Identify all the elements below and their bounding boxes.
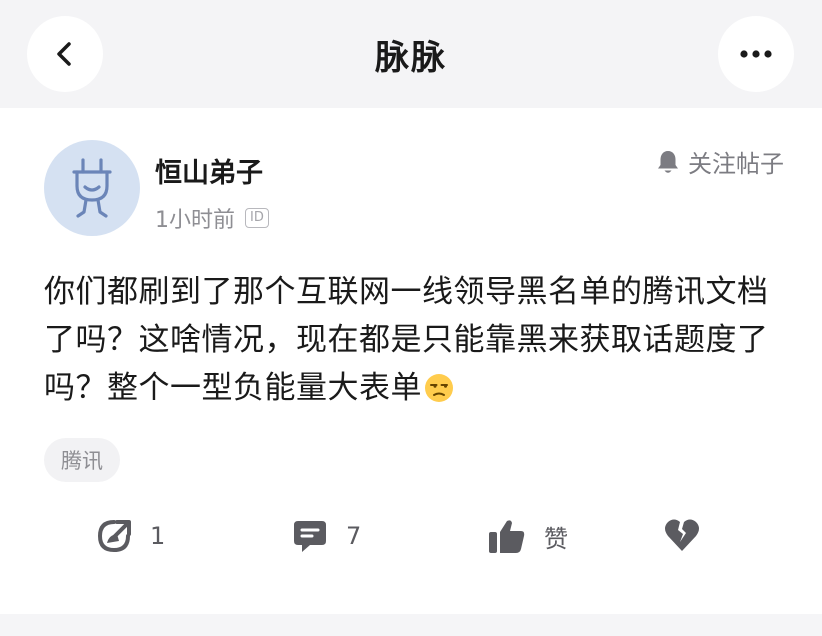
comment-count: 7 [346, 522, 362, 550]
dislike-button[interactable] [664, 518, 700, 552]
bell-icon [658, 150, 678, 173]
like-button[interactable]: 赞 [488, 518, 568, 554]
more-horizontal-icon [740, 50, 772, 58]
post-card: 恒山弟子 1小时前 ID 关注帖子 你们都刷到了那个互联网一线领导黑名单的腾讯文… [0, 108, 822, 614]
post-meta: 1小时前 ID [155, 202, 269, 234]
screen: 脉脉 恒山弟子 1小时前 ID 关注帖子 你们都刷到了那个互联网一线领导黑名单的… [0, 0, 822, 636]
author-name[interactable]: 恒山弟子 [155, 151, 263, 190]
follow-post-button[interactable]: 关注帖子 [656, 144, 784, 179]
unamused-face-emoji [425, 374, 453, 402]
share-count: 1 [150, 522, 166, 550]
comment-button[interactable]: 7 [292, 518, 361, 554]
broken-heart-icon [665, 519, 699, 551]
avatar[interactable] [44, 140, 140, 236]
more-button[interactable] [718, 16, 794, 92]
page-title: 脉脉 [375, 38, 447, 78]
share-icon [97, 520, 131, 553]
thumbs-up-icon [489, 520, 525, 553]
like-label: 赞 [544, 524, 568, 553]
share-button[interactable]: 1 [96, 518, 165, 554]
post-content: 你们都刷到了那个互联网一线领导黑名单的腾讯文档了吗？这啥情况，现在都是只能靠黑来… [44, 268, 774, 412]
follow-post-label: 关注帖子 [688, 150, 784, 178]
post-time: 1小时前 [155, 208, 235, 233]
action-bar: 1 7 赞 [0, 518, 822, 558]
topic-tag[interactable]: 腾讯 [44, 438, 120, 482]
comment-icon [294, 521, 326, 552]
plug-avatar-icon [72, 158, 112, 218]
top-nav-bar: 脉脉 [0, 0, 822, 108]
post-text: 你们都刷到了那个互联网一线领导黑名单的腾讯文档了吗？这啥情况，现在都是只能靠黑来… [44, 274, 769, 406]
id-badge: ID [245, 208, 269, 228]
